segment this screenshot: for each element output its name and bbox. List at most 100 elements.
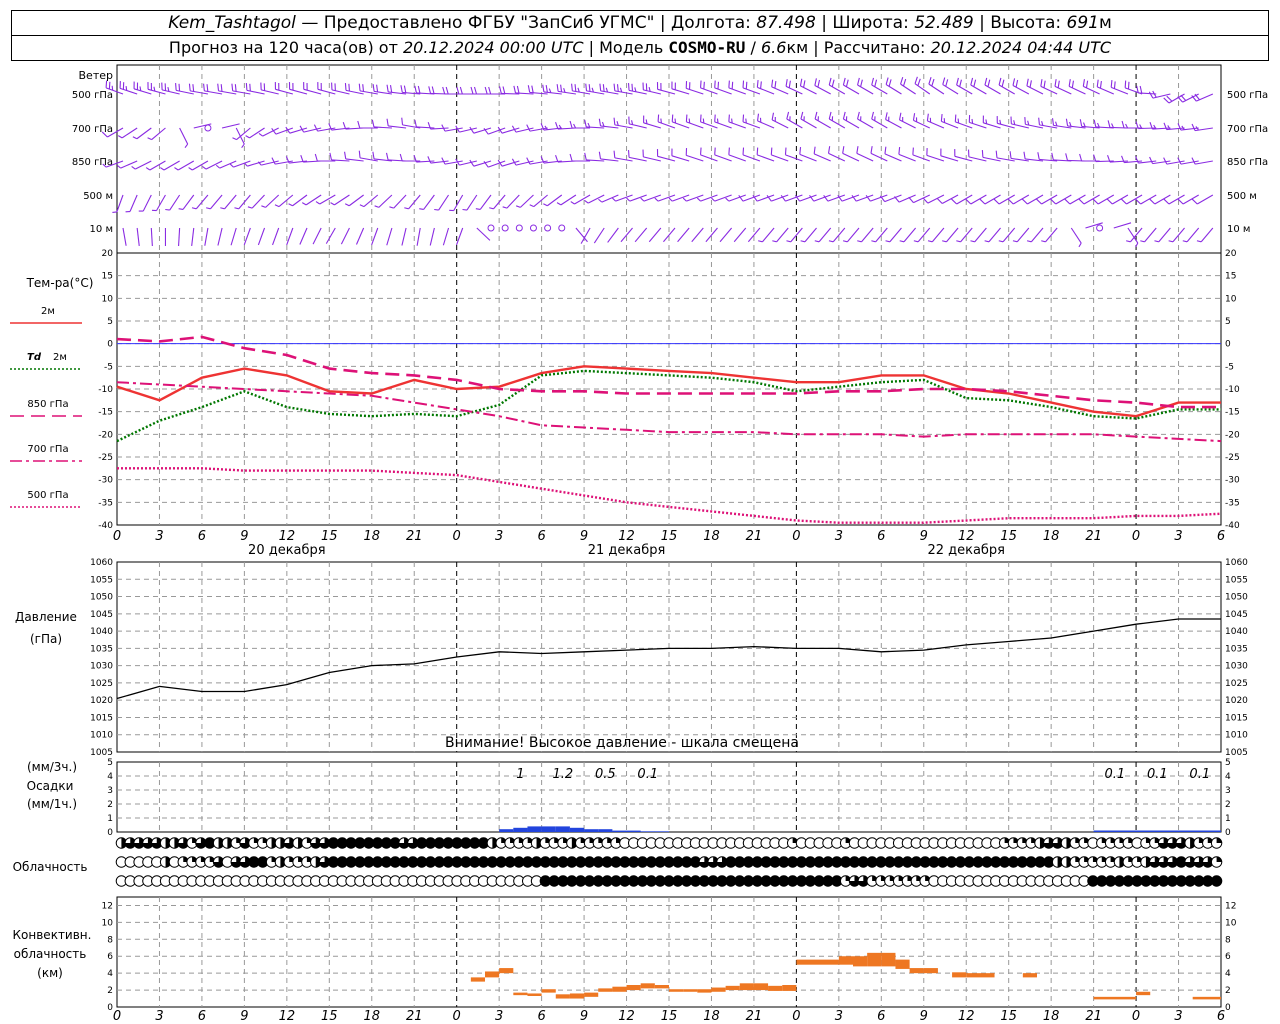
wind-barb-flag xyxy=(314,153,318,162)
wind-barb-flag xyxy=(640,197,645,202)
pressure-tick-right: 1030 xyxy=(1225,662,1248,672)
wind-barb-flag xyxy=(1177,157,1182,165)
wind-barb-flag xyxy=(431,86,435,94)
cloud-symbol-fill xyxy=(1211,875,1222,887)
wind-barb-flag xyxy=(1135,242,1139,248)
wind-barb-flag xyxy=(1148,91,1154,99)
wind-barb-flag xyxy=(814,78,817,86)
wind-barb-flag xyxy=(330,202,335,206)
wind-barb xyxy=(613,117,633,129)
wind-barb xyxy=(1124,80,1143,95)
convective-bar xyxy=(513,992,528,996)
wind-barb-flag xyxy=(342,121,347,130)
wind-barb-staff xyxy=(1158,227,1171,243)
wind-barb-staff xyxy=(150,227,153,247)
wind-barb xyxy=(221,123,240,129)
wind-barb-staff xyxy=(700,194,718,202)
convective-tick-left: 4 xyxy=(107,969,113,979)
wind-barb-staff xyxy=(453,194,464,211)
wind-barb-flag xyxy=(1191,123,1196,131)
wind-barb-staff xyxy=(1016,227,1030,243)
temp-x-tick: 0 xyxy=(1132,529,1140,544)
wind-barb-flag xyxy=(957,118,960,124)
wind-barb-flag xyxy=(674,118,677,124)
wind-barb xyxy=(188,83,209,95)
wind-barb-flag xyxy=(671,114,674,122)
wind-barb xyxy=(913,227,931,243)
convective-x-tick: 0 xyxy=(453,1009,461,1024)
convective-x-tick: 15 xyxy=(321,1009,338,1024)
wind-level-label-left: 500 гПа xyxy=(72,90,113,101)
wind-barb-flag xyxy=(1124,80,1127,88)
wind-barb-staff xyxy=(714,194,732,202)
wind-barb xyxy=(1079,153,1100,162)
wind-barb xyxy=(371,227,379,246)
wind-barb-staff xyxy=(272,227,280,246)
wind-barb-flag xyxy=(831,79,835,87)
wind-barb-flag xyxy=(475,208,481,210)
temp-x-tick: 21 xyxy=(1085,529,1102,544)
wind-barb xyxy=(954,149,973,162)
convective-x-tick: 9 xyxy=(920,1009,928,1024)
wind-barb-staff xyxy=(827,194,846,202)
temp-x-tick: 3 xyxy=(155,529,163,544)
wind-barb-staff xyxy=(728,154,746,162)
temp-tick-left: -25 xyxy=(98,453,113,463)
wind-barb-flag xyxy=(1009,151,1012,159)
wind-barb-staff xyxy=(648,227,662,243)
wind-barb-staff xyxy=(818,227,832,243)
wind-barb-staff xyxy=(177,160,195,171)
wind-barb xyxy=(257,227,266,246)
wind-barb-staff xyxy=(756,154,775,162)
wind-barb-flag xyxy=(372,84,375,92)
wind-barb-flag xyxy=(174,167,179,171)
wind-barb-flag xyxy=(459,86,463,95)
wind-barb-flag xyxy=(441,157,446,165)
wind-barb-staff xyxy=(771,119,789,129)
wind-barb xyxy=(842,227,860,243)
wind-barb-flag xyxy=(1024,117,1026,125)
wind-barb-flag xyxy=(899,240,905,243)
temp-x-tick: 18 xyxy=(363,529,380,544)
wind-barb xyxy=(1040,79,1058,95)
wind-barb xyxy=(399,153,421,162)
day-label: 20 декабря xyxy=(248,543,326,558)
wind-barb-flag xyxy=(1057,80,1060,88)
wind-barb xyxy=(1070,227,1082,248)
wind-barb-flag xyxy=(1023,151,1026,159)
wind-barb-flag xyxy=(645,119,648,124)
wind-barb-flag xyxy=(1012,240,1018,243)
wind-barb-staff xyxy=(1186,227,1200,243)
wind-barb xyxy=(165,194,181,211)
precip-3h-total: 0.1 xyxy=(1147,767,1168,782)
wind-barb-staff xyxy=(700,87,718,95)
wind-barb-staff xyxy=(742,154,761,162)
precip-tick-right: 3 xyxy=(1225,786,1231,796)
wind-barb-staff xyxy=(885,84,902,95)
wind-barb-flag xyxy=(1127,81,1130,90)
wind-barb xyxy=(386,227,393,246)
precip-tick-left: 0 xyxy=(107,828,113,838)
wind-barb-staff xyxy=(1200,227,1214,243)
convective-bar xyxy=(669,989,684,992)
cloud-symbol-fill xyxy=(1216,856,1222,862)
pressure-tick-right: 1020 xyxy=(1225,696,1248,706)
wind-barb-flag xyxy=(1054,79,1057,87)
wind-barb xyxy=(427,156,449,164)
convective-bar xyxy=(470,977,485,982)
convective-x-tick: 0 xyxy=(792,1009,800,1024)
wind-barb xyxy=(584,119,605,129)
temp-x-tick: 9 xyxy=(920,529,928,544)
wind-barb-flag xyxy=(1085,80,1089,88)
wind-barb-flag xyxy=(344,83,347,91)
wind-barb-flag xyxy=(245,135,250,139)
wind-barb-flag xyxy=(116,164,121,169)
wind-barb-staff xyxy=(169,194,181,211)
wind-barb xyxy=(1093,119,1114,129)
wind-barb xyxy=(288,82,308,95)
wind-barb-flag xyxy=(613,83,616,91)
precip-tick-left: 5 xyxy=(107,758,113,768)
wind-barb-staff xyxy=(884,194,902,203)
precipitation-panel: 0 0 1 1 2 2 3 3 4 4 5 5 (мм/3ч.) Осадки (мм/1ч.) 1 1.2 0.… xyxy=(27,758,1231,838)
cloud-symbol-fill xyxy=(1216,837,1222,843)
